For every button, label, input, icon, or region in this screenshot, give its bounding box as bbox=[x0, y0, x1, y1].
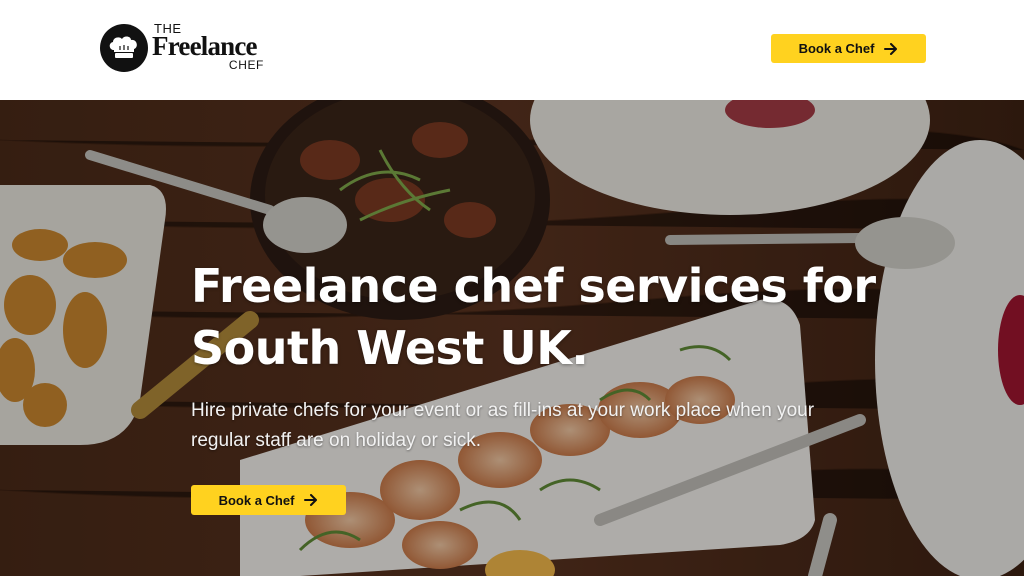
book-chef-hero-label: Book a Chef bbox=[218, 492, 295, 508]
book-chef-header-button[interactable]: Book a Chef bbox=[771, 34, 926, 63]
arrow-right-icon bbox=[884, 42, 898, 55]
hero-title-line-1: Freelance chef services for bbox=[191, 259, 876, 313]
chef-hat-icon bbox=[100, 24, 148, 72]
hero-title: Freelance chef services for South West U… bbox=[191, 255, 891, 379]
book-chef-header-label: Book a Chef bbox=[798, 41, 875, 56]
site-header: THE Freelance CHEF Book a Chef bbox=[0, 0, 1024, 100]
site-logo[interactable]: THE Freelance CHEF bbox=[100, 21, 268, 75]
hero-subtitle-line-1: Hire private chefs for your event or as … bbox=[191, 400, 815, 421]
hero-section: Freelance chef services for South West U… bbox=[0, 100, 1024, 576]
logo-line-chef: CHEF bbox=[228, 58, 264, 72]
hero-subtitle: Hire private chefs for your event or as … bbox=[191, 396, 851, 456]
logo-wordmark: THE Freelance CHEF bbox=[152, 21, 268, 75]
hero-subtitle-line-2: regular staff are on holiday or sick. bbox=[191, 430, 482, 451]
hero-title-line-2: South West UK. bbox=[191, 321, 589, 375]
book-chef-hero-button[interactable]: Book a Chef bbox=[191, 485, 346, 515]
arrow-right-icon bbox=[304, 494, 318, 506]
